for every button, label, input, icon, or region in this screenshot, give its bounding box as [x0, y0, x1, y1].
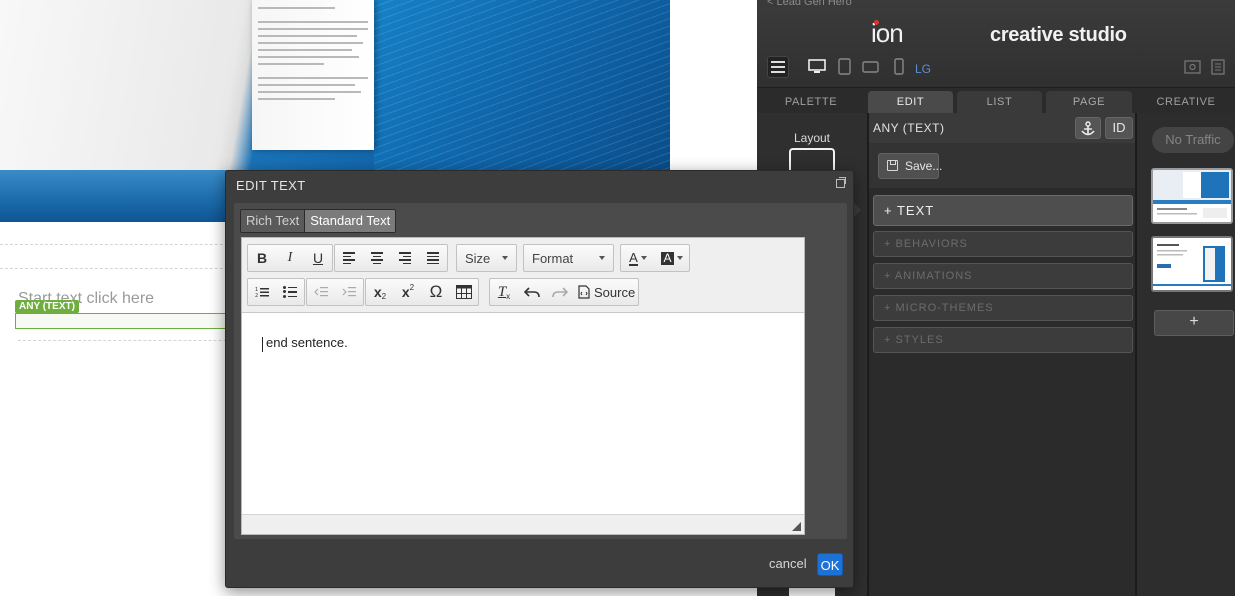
source-icon	[578, 285, 590, 299]
phone-icon[interactable]	[889, 58, 909, 76]
element-title: ANY (TEXT)	[873, 121, 945, 135]
section-behaviors[interactable]: + BEHAVIORS	[873, 231, 1133, 257]
tab-edit[interactable]: EDIT	[868, 91, 953, 113]
edit-column: ANY (TEXT) ID Save... + TEXT + BEHAVIORS…	[867, 113, 1137, 596]
editor-toolbar: B I U Size Format A A 1 2 x 2 x 2 Ω T x …	[242, 238, 804, 313]
tab-page[interactable]: PAGE	[1046, 91, 1132, 113]
color-group: A A	[620, 244, 690, 272]
format-dropdown[interactable]: Format	[523, 244, 614, 272]
add-creative-button[interactable]: +	[1154, 310, 1234, 336]
underline-icon[interactable]: U	[304, 245, 332, 271]
back-link[interactable]: < Lead Gen Hero	[767, 0, 852, 8]
edit-header: ANY (TEXT) ID	[869, 113, 1137, 143]
studio-tabs: PALETTE EDIT LIST PAGE CREATIVE	[757, 91, 1235, 113]
tab-standard-text[interactable]: Standard Text	[304, 210, 396, 232]
hero-wave-graphic	[374, 0, 670, 170]
dialog-pointer	[854, 203, 861, 217]
align-right-icon[interactable]	[391, 245, 419, 271]
justify-icon[interactable]	[419, 245, 447, 271]
anchor-icon	[1081, 121, 1095, 136]
anchor-button[interactable]	[1075, 117, 1101, 139]
device-size-label[interactable]: LG	[915, 62, 931, 76]
svg-text:2: 2	[255, 293, 258, 298]
align-left-icon[interactable]	[335, 245, 363, 271]
text-color-icon[interactable]: A	[621, 245, 655, 271]
selected-element-outline[interactable]	[15, 313, 255, 329]
product-name: creative studio	[990, 24, 1127, 46]
save-button[interactable]: Save...	[878, 153, 942, 179]
special-character-icon[interactable]: Ω	[422, 279, 450, 305]
ion-logo: ion	[871, 18, 904, 48]
tab-rich-text[interactable]: Rich Text	[241, 210, 305, 232]
ok-button[interactable]: OK	[817, 553, 843, 576]
alignment-group	[334, 244, 448, 272]
id-button[interactable]: ID	[1105, 117, 1133, 139]
popout-icon[interactable]	[836, 177, 846, 188]
editor-content-area[interactable]: end sentence.	[242, 313, 804, 514]
tab-creative[interactable]: CREATIVE	[1137, 91, 1235, 113]
creative-column: No Traffic +	[1135, 113, 1235, 596]
creative-thumbnail[interactable]	[1151, 236, 1233, 292]
size-dropdown[interactable]: Size	[456, 244, 517, 272]
cancel-button[interactable]: cancel	[769, 556, 807, 571]
desktop-icon[interactable]	[807, 58, 827, 76]
subscript-icon[interactable]: x2	[366, 279, 394, 305]
editor-text[interactable]: end sentence.	[266, 335, 348, 350]
editor-status-bar	[242, 514, 804, 534]
resize-handle[interactable]	[792, 522, 801, 531]
creative-thumbnail[interactable]	[1151, 168, 1233, 224]
rich-text-editor: B I U Size Format A A 1 2 x 2 x 2 Ω T x …	[241, 237, 805, 535]
superscript-icon[interactable]: x2	[394, 279, 422, 305]
dialog-body: Rich Text Standard Text B I U Size Forma…	[234, 203, 847, 539]
text-cursor	[262, 337, 263, 352]
background-color-icon[interactable]: A	[655, 245, 689, 271]
studio-header: < Lead Gen Hero ion creative studio LG	[757, 0, 1235, 88]
undo-icon[interactable]	[518, 279, 546, 305]
save-icon	[887, 160, 898, 171]
lists-group: 12	[247, 278, 305, 306]
size-label: Size	[465, 250, 491, 266]
bulleted-list-icon[interactable]	[276, 279, 304, 305]
redo-icon[interactable]	[546, 279, 574, 305]
numbered-list-icon[interactable]: 12	[248, 279, 276, 305]
chevron-down-icon	[502, 256, 508, 260]
italic-icon[interactable]: I	[276, 245, 304, 271]
edit-text-dialog: EDIT TEXT Rich Text Standard Text B I U	[225, 170, 854, 588]
traffic-status-pill: No Traffic	[1152, 127, 1234, 153]
layout-toggle-icon[interactable]	[767, 56, 789, 78]
outdent-icon[interactable]	[307, 279, 335, 305]
save-row: Save...	[869, 143, 1137, 188]
hero-document-graphic	[252, 0, 374, 150]
section-styles[interactable]: + STYLES	[873, 327, 1133, 353]
source-label: Source	[594, 284, 636, 300]
preview-icon[interactable]	[1183, 58, 1203, 76]
chevron-down-icon	[599, 256, 605, 260]
table-icon[interactable]	[450, 279, 478, 305]
section-text[interactable]: + TEXT	[873, 195, 1133, 226]
layout-label: Layout	[793, 131, 831, 145]
tab-palette[interactable]: PALETTE	[757, 91, 865, 113]
bold-icon[interactable]: B	[248, 245, 276, 271]
source-button[interactable]: Source	[574, 279, 638, 305]
dialog-title: EDIT TEXT	[236, 178, 306, 193]
align-center-icon[interactable]	[363, 245, 391, 271]
notes-icon[interactable]	[1209, 58, 1229, 76]
tab-list[interactable]: LIST	[957, 91, 1042, 113]
insert-group: x2 x2 Ω	[365, 278, 479, 306]
indent-group	[306, 278, 364, 306]
editor-mode-tabs: Rich Text Standard Text	[240, 209, 397, 233]
remove-format-icon[interactable]: Tx	[490, 279, 518, 305]
tablet-icon[interactable]	[835, 58, 855, 76]
tools-group: Tx Source	[489, 278, 639, 306]
element-type-badge: ANY (TEXT)	[15, 300, 79, 313]
indent-icon[interactable]	[335, 279, 363, 305]
basic-styles-group: B I U	[247, 244, 333, 272]
format-label: Format	[532, 250, 574, 266]
tablet-landscape-icon[interactable]	[861, 58, 881, 76]
section-animations[interactable]: + ANIMATIONS	[873, 263, 1133, 289]
section-micro-themes[interactable]: + MICRO-THEMES	[873, 295, 1133, 321]
